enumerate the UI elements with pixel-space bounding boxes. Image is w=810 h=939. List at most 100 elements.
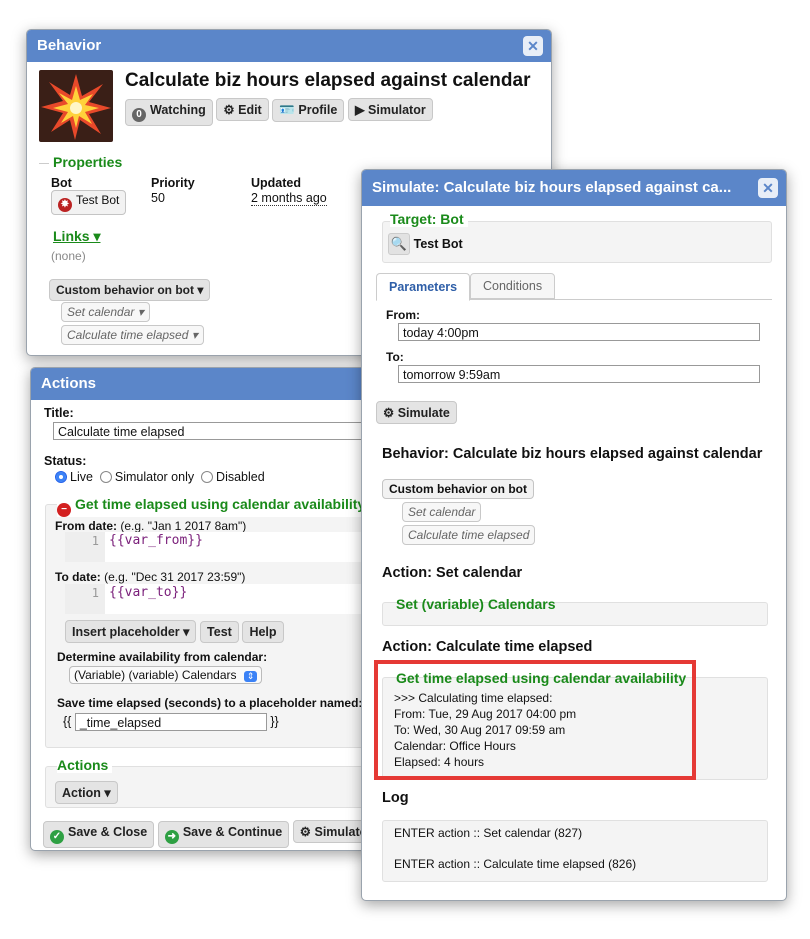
to-date-label: To date: (e.g. "Dec 31 2017 23:59") [55, 570, 245, 584]
custom-behavior-menu[interactable]: Custom behavior on bot ▾ [49, 279, 211, 301]
sim-action-set-calendar[interactable]: Set calendar [402, 502, 482, 522]
to-line-number: 1 [65, 584, 105, 614]
to-date-label-text: To date: [55, 570, 101, 584]
tab-conditions[interactable]: Conditions [470, 273, 556, 299]
action-calc-heading: Action: Calculate time elapsed [382, 639, 593, 655]
gear-icon: ⚙ [299, 825, 312, 839]
tab-parameters[interactable]: Parameters [376, 273, 471, 301]
action-set-calendar[interactable]: Set calendar ▾ [61, 302, 150, 322]
test-button[interactable]: Test [200, 621, 239, 643]
watch-count-badge: 0 [132, 108, 146, 122]
to-date-hint: (e.g. "Dec 31 2017 23:59") [104, 570, 246, 584]
edit-button[interactable]: ⚙ Edit [216, 98, 269, 121]
actions-window: Actions Title: Calculate time elapsed St… [30, 367, 372, 851]
result-line: >>> Calculating time elapsed: [394, 691, 553, 705]
simulator-button[interactable]: ▶ Simulator [347, 98, 433, 121]
from-editor[interactable]: 1 {{var_from}} [65, 532, 371, 562]
sim-from-label: From: [386, 308, 420, 322]
watching-button[interactable]: 0 Watching [125, 99, 213, 126]
bot-value: Test Bot [76, 193, 120, 207]
from-date-hint: (e.g. "Jan 1 2017 8am") [120, 519, 247, 533]
simulate-button[interactable]: ⚙ Simulate [376, 401, 457, 424]
simulate-window: Simulate: Calculate biz hours elapsed ag… [361, 169, 787, 901]
explosion-icon [41, 74, 111, 140]
actions-subsection-title: Actions [57, 757, 113, 773]
from-date-label: From date: (e.g. "Jan 1 2017 8am") [55, 519, 246, 533]
result-output: >>> Calculating time elapsed: From: Tue,… [394, 690, 576, 770]
save-placeholder-label: Save time elapsed (seconds) to a placeho… [57, 696, 363, 710]
target-value: Test Bot [413, 237, 463, 251]
status-live-radio[interactable] [55, 471, 67, 483]
status-label: Status: [44, 454, 87, 468]
sim-action-calculate[interactable]: Calculate time elapsed [402, 525, 536, 545]
properties-title: Properties [53, 154, 123, 170]
profile-button[interactable]: 🪪 Profile [272, 99, 345, 122]
watching-label: Watching [150, 103, 206, 117]
simulate-titlebar: Simulate: Calculate biz hours elapsed ag… [362, 170, 786, 206]
arrow-right-icon: ➜ [164, 830, 179, 844]
close-icon[interactable]: ✕ [523, 36, 543, 56]
status-disabled-radio[interactable] [201, 471, 214, 483]
updated-label: Updated [251, 176, 301, 190]
availability-select-value: (Variable) (variable) Calendars [74, 668, 237, 682]
search-icon[interactable]: 🔍 [388, 233, 410, 255]
target-row: 🔍 Test Bot [388, 233, 463, 255]
behavior-window-title: Behavior [37, 37, 102, 54]
sim-from-input[interactable]: today 4:00pm [398, 323, 760, 341]
log-heading: Log [382, 790, 409, 806]
actions-window-title: Actions [41, 375, 97, 392]
sim-custom-behavior[interactable]: Custom behavior on bot [382, 479, 534, 499]
save-continue-button[interactable]: ➜ Save & Continue [157, 821, 290, 848]
title-input[interactable]: Calculate time elapsed [53, 422, 371, 440]
from-date-label-text: From date: [55, 519, 118, 533]
priority-label: Priority [151, 176, 195, 190]
links-value: (none) [51, 249, 86, 263]
gear-icon: ⚙ [383, 406, 395, 420]
behavior-titlebar: Behavior ✕ [27, 30, 551, 62]
bot-chip[interactable]: ✸ Test Bot [51, 190, 127, 215]
bot-label: Bot [51, 176, 72, 190]
result-line: Elapsed: 4 hours [394, 755, 485, 769]
status-sim-radio[interactable] [99, 471, 112, 483]
result-line: From: Tue, 29 Aug 2017 04:00 pm [394, 707, 577, 721]
availability-label: Determine availability from calendar: [57, 650, 268, 664]
status-live-label: Live [70, 470, 93, 484]
to-code: {{var_to}} [109, 585, 188, 600]
log-line: ENTER action :: Set calendar (827) [394, 826, 583, 840]
behavior-result-heading: Behavior: Calculate biz hours elapsed ag… [382, 446, 763, 462]
action-set-heading: Action: Set calendar [382, 565, 523, 581]
behavior-toolbar: 0 Watching ⚙ Edit 🪪 Profile ▶ Simulator [125, 98, 433, 126]
updated-value[interactable]: 2 months ago [251, 191, 327, 206]
simulate-window-title: Simulate: Calculate biz hours elapsed ag… [372, 179, 732, 196]
help-button[interactable]: Help [242, 621, 284, 643]
action-section-title: Get time elapsed using calendar availabi… [75, 496, 366, 512]
action-calculate-time[interactable]: Calculate time elapsed ▾ [61, 325, 204, 345]
select-arrows-icon: ⇕ [243, 671, 258, 682]
remove-icon[interactable]: − [57, 503, 71, 517]
from-line-number: 1 [65, 532, 105, 562]
close-icon[interactable]: ✕ [758, 178, 778, 198]
action-menu-button[interactable]: Action ▾ [55, 781, 118, 804]
placeholder-close-braces: }} [270, 714, 279, 729]
links-toggle[interactable]: Links ▾ [53, 228, 100, 245]
status-radios: Live Simulator only Disabled [55, 470, 265, 484]
save-close-button[interactable]: ✓ Save & Close [43, 821, 155, 848]
status-sim-label: Simulator only [114, 470, 195, 484]
from-code: {{var_from}} [109, 533, 203, 548]
edit-label: Edit [238, 103, 262, 117]
profile-label: Profile [298, 103, 338, 117]
availability-select[interactable]: (Variable) (variable) Calendars ⇕ [69, 666, 263, 684]
simulate-button-label: Simulate [397, 406, 450, 420]
sim-to-input[interactable]: tomorrow 9:59am [398, 365, 760, 383]
result-line: Calendar: Office Hours [394, 739, 516, 753]
properties-divider [39, 163, 49, 164]
result-line: To: Wed, 30 Aug 2017 09:59 am [394, 723, 566, 737]
sim-to-label: To: [386, 350, 404, 364]
id-card-icon: 🪪 [279, 103, 295, 117]
editor-toolbar: Insert placeholder ▾ Test Help [65, 620, 284, 643]
insert-placeholder-button[interactable]: Insert placeholder ▾ [65, 620, 197, 643]
title-label: Title: [44, 406, 74, 420]
simulator-label: Simulator [368, 103, 426, 117]
placeholder-name-input[interactable]: _time_elapsed [74, 713, 267, 731]
to-editor[interactable]: 1 {{var_to}} [65, 584, 371, 614]
